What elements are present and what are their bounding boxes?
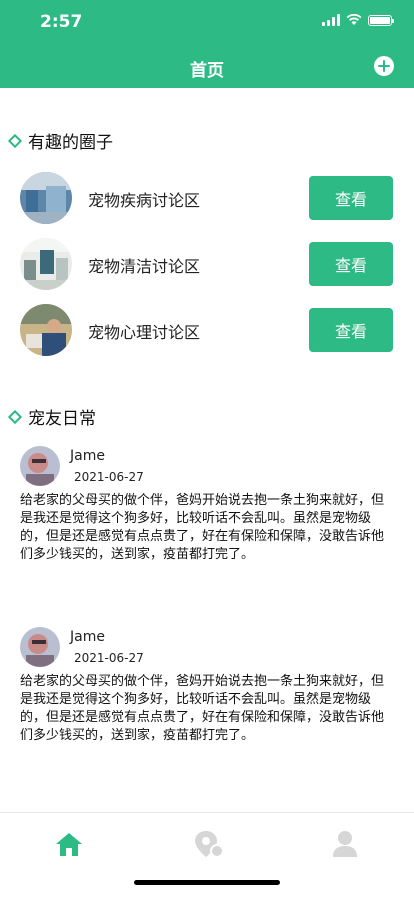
circle-label: 宠物疾病讨论区	[88, 191, 201, 210]
avatar	[20, 446, 60, 486]
circle-row-disease: 宠物疾病讨论区 查看	[0, 170, 414, 226]
view-button[interactable]: 查看	[309, 242, 393, 286]
signal-icon	[322, 14, 340, 26]
post-date: 2021-06-27	[74, 651, 144, 665]
section-title-text: 宠友日常	[28, 409, 96, 429]
status-icons	[322, 14, 394, 26]
view-button[interactable]: 查看	[309, 308, 393, 352]
home-icon	[56, 833, 82, 856]
battery-icon	[368, 14, 394, 26]
home-indicator	[134, 880, 280, 885]
post-author: Jame	[70, 629, 105, 645]
circle-row-cleaning: 宠物清洁讨论区 查看	[0, 236, 414, 292]
view-button[interactable]: 查看	[309, 176, 393, 220]
circle-label: 宠物清洁讨论区	[88, 257, 201, 276]
page-title: 首页	[190, 61, 224, 81]
section-title-text: 有趣的圈子	[28, 133, 113, 153]
post-text: 给老家的父母买的做个伴，爸妈开始说去抱一条土狗来就好，但是我还是觉得这个狗多好，…	[20, 493, 385, 562]
nav-header: 2:57 首页	[0, 0, 414, 88]
post-author: Jame	[70, 448, 105, 464]
section-title-daily: 宠友日常	[7, 404, 96, 429]
tab-profile[interactable]	[330, 829, 360, 859]
diamond-icon	[7, 409, 23, 424]
circle-row-psychology: 宠物心理讨论区 查看	[0, 302, 414, 358]
section-title-circles: 有趣的圈子	[7, 128, 113, 153]
add-button[interactable]	[374, 56, 394, 76]
user-icon	[333, 831, 357, 857]
post-date: 2021-06-27	[74, 470, 144, 484]
circle-thumbnail	[20, 304, 72, 356]
diamond-icon	[7, 133, 23, 148]
avatar	[20, 627, 60, 667]
tab-home[interactable]	[54, 829, 84, 859]
post-item[interactable]: Jame 2021-06-27 给老家的父母买的做个伴，爸妈开始说去抱一条土狗来…	[0, 446, 414, 576]
status-time: 2:57	[40, 12, 83, 32]
circle-label: 宠物心理讨论区	[88, 323, 201, 342]
map-pin-icon	[195, 831, 224, 858]
circle-thumbnail	[20, 172, 72, 224]
tab-location[interactable]	[192, 829, 224, 859]
wifi-icon	[346, 14, 362, 25]
circle-thumbnail	[20, 238, 72, 290]
post-item[interactable]: Jame 2021-06-27 给老家的父母买的做个伴，爸妈开始说去抱一条土狗来…	[0, 627, 414, 757]
post-text: 给老家的父母买的做个伴，爸妈开始说去抱一条土狗来就好，但是我还是觉得这个狗多好，…	[20, 674, 385, 743]
